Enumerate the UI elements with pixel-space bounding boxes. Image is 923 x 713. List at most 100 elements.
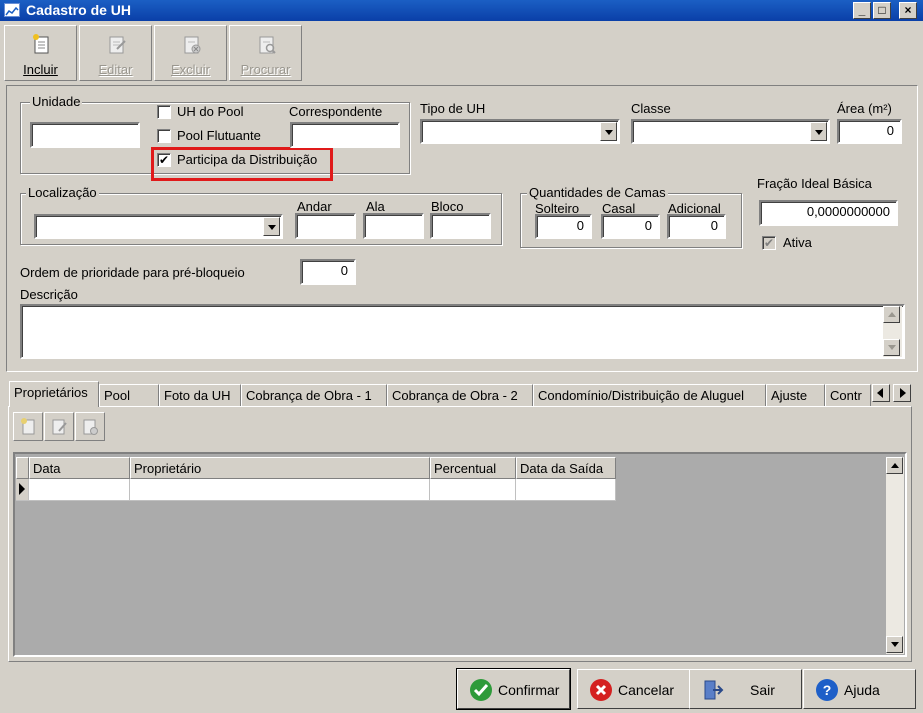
grid-scroll-up-icon[interactable] bbox=[886, 457, 903, 474]
maximize-button[interactable]: □ bbox=[873, 2, 891, 19]
participa-distribuicao-label: Participa da Distribuição bbox=[177, 152, 318, 167]
tab-cobranca-obra-1[interactable]: Cobrança de Obra - 1 bbox=[241, 384, 387, 406]
confirmar-button[interactable]: Confirmar bbox=[456, 668, 571, 710]
toolbar: Incluir Editar Excluir Procurar bbox=[0, 22, 923, 82]
bloco-input[interactable] bbox=[430, 213, 491, 239]
andar-label: Andar bbox=[297, 199, 332, 214]
adicional-input[interactable]: 0 bbox=[667, 214, 726, 239]
sair-label: Sair bbox=[750, 682, 775, 698]
procurar-button[interactable]: Procurar bbox=[229, 25, 302, 81]
grid-cell[interactable] bbox=[29, 479, 130, 501]
tab-condominio-distribuicao[interactable]: Condomínio/Distribuição de Aluguel bbox=[533, 384, 766, 406]
tipo-uh-dropdown-button[interactable] bbox=[600, 122, 617, 141]
camas-group-label: Quantidades de Camas bbox=[527, 185, 668, 200]
ala-input[interactable] bbox=[363, 213, 424, 239]
descricao-label: Descrição bbox=[20, 287, 78, 302]
grid-indicator-header bbox=[16, 457, 29, 479]
tab-pool[interactable]: Pool bbox=[99, 384, 159, 406]
tab-scroll-right-icon[interactable] bbox=[893, 384, 911, 402]
tab-scroll-left-icon[interactable] bbox=[872, 384, 890, 402]
add-row-icon bbox=[21, 418, 35, 435]
solteiro-input[interactable]: 0 bbox=[535, 214, 592, 239]
area-label: Área (m²) bbox=[837, 101, 892, 116]
bloco-label: Bloco bbox=[431, 199, 464, 214]
tab-contr[interactable]: Contr bbox=[825, 384, 871, 406]
ativa-label: Ativa bbox=[783, 235, 812, 250]
tab-proprietarios[interactable]: Proprietários bbox=[9, 381, 99, 407]
andar-input[interactable] bbox=[295, 213, 356, 239]
edit-document-icon bbox=[107, 33, 127, 55]
exit-door-icon bbox=[702, 679, 724, 701]
grid-header-data-saida[interactable]: Data da Saída bbox=[516, 457, 616, 479]
delete-document-icon bbox=[182, 33, 202, 55]
ativa-checkbox[interactable]: ✔ bbox=[762, 236, 776, 250]
unidade-group-label: Unidade bbox=[30, 94, 83, 109]
participa-distribuicao-checkbox[interactable]: ✔ bbox=[157, 153, 171, 167]
descricao-textarea[interactable] bbox=[20, 304, 905, 359]
grid-scroll-down-icon[interactable] bbox=[886, 636, 903, 653]
grid-delete-button[interactable] bbox=[75, 412, 105, 441]
incluir-label: Incluir bbox=[23, 62, 58, 77]
confirmar-label: Confirmar bbox=[498, 682, 560, 698]
fracao-input[interactable]: 0,0000000000 bbox=[759, 200, 898, 226]
excluir-button[interactable]: Excluir bbox=[154, 25, 227, 81]
classe-label: Classe bbox=[631, 101, 671, 116]
excluir-label: Excluir bbox=[170, 62, 210, 77]
delete-row-icon bbox=[83, 419, 98, 435]
tab-foto-uh[interactable]: Foto da UH bbox=[159, 384, 241, 406]
svg-text:?: ? bbox=[823, 682, 832, 698]
tipo-uh-combo[interactable] bbox=[420, 119, 620, 144]
uh-do-pool-checkbox[interactable] bbox=[157, 105, 171, 119]
grid-cell[interactable] bbox=[430, 479, 516, 501]
localizacao-combo[interactable] bbox=[34, 214, 283, 239]
descricao-scrollbar[interactable] bbox=[883, 306, 902, 357]
help-icon: ? bbox=[816, 679, 838, 701]
ajuda-button[interactable]: ? Ajuda bbox=[803, 669, 916, 709]
pool-flutuante-label: Pool Flutuante bbox=[177, 128, 261, 143]
ajuda-label: Ajuda bbox=[844, 682, 880, 698]
ordem-label: Ordem de prioridade para pré-bloqueio bbox=[20, 265, 245, 280]
scroll-up-arrow-icon[interactable] bbox=[883, 306, 900, 323]
area-input[interactable]: 0 bbox=[837, 119, 902, 144]
grid-add-button[interactable] bbox=[13, 412, 43, 441]
close-button[interactable]: × bbox=[899, 2, 917, 19]
check-icon bbox=[470, 679, 492, 701]
editar-button[interactable]: Editar bbox=[79, 25, 152, 81]
localizacao-dropdown-button[interactable] bbox=[263, 217, 280, 236]
sair-button[interactable]: Sair bbox=[689, 669, 802, 709]
correspondente-label: Correspondente bbox=[289, 104, 383, 119]
title-bar: Cadastro de UH _ □ × bbox=[0, 0, 923, 21]
grid-header-percentual[interactable]: Percentual bbox=[430, 457, 516, 479]
ordem-input[interactable]: 0 bbox=[300, 259, 356, 285]
scroll-down-arrow-icon[interactable] bbox=[883, 339, 900, 356]
classe-combo[interactable] bbox=[631, 119, 830, 144]
uh-do-pool-label: UH do Pool bbox=[177, 104, 244, 119]
row-indicator-icon bbox=[16, 479, 29, 501]
grid-scrollbar[interactable] bbox=[886, 457, 904, 654]
incluir-button[interactable]: Incluir bbox=[4, 25, 77, 81]
edit-row-icon bbox=[52, 419, 67, 435]
minimize-button[interactable]: _ bbox=[853, 2, 871, 19]
grid-edit-button[interactable] bbox=[44, 412, 74, 441]
tab-cobranca-obra-2[interactable]: Cobrança de Obra - 2 bbox=[387, 384, 533, 406]
fracao-label: Fração Ideal Básica bbox=[757, 176, 872, 191]
cancelar-button[interactable]: Cancelar bbox=[577, 669, 690, 709]
grid-header-data[interactable]: Data bbox=[29, 457, 130, 479]
app-icon bbox=[4, 3, 20, 17]
grid-cell[interactable] bbox=[516, 479, 616, 501]
grid-cell[interactable] bbox=[130, 479, 430, 501]
pool-flutuante-checkbox[interactable] bbox=[157, 129, 171, 143]
grid-header-proprietario[interactable]: Proprietário bbox=[130, 457, 430, 479]
correspondente-input[interactable] bbox=[290, 122, 400, 148]
cancelar-label: Cancelar bbox=[618, 682, 675, 698]
search-document-icon bbox=[257, 33, 277, 55]
tab-ajuste[interactable]: Ajuste bbox=[766, 384, 825, 406]
new-document-icon bbox=[32, 33, 52, 55]
unidade-input[interactable] bbox=[30, 122, 140, 148]
casal-input[interactable]: 0 bbox=[601, 214, 660, 239]
proprietarios-grid: Data Proprietário Percentual Data da Saí… bbox=[13, 452, 907, 657]
classe-dropdown-button[interactable] bbox=[810, 122, 827, 141]
localizacao-group-label: Localização bbox=[26, 185, 99, 200]
editar-label: Editar bbox=[98, 62, 133, 77]
procurar-label: Procurar bbox=[240, 62, 291, 77]
